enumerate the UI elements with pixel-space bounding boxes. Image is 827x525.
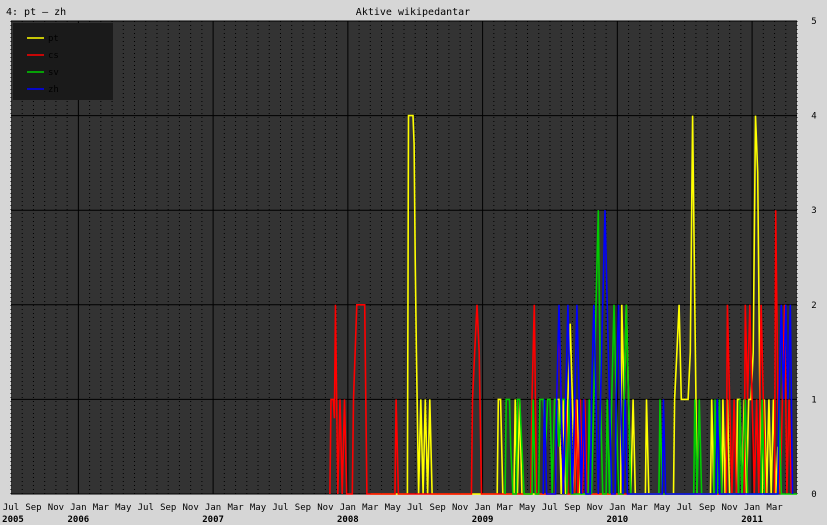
x-tick-label: Mar bbox=[93, 503, 110, 513]
x-year-label: 2011 bbox=[741, 515, 763, 525]
x-tick-label: Jan bbox=[609, 503, 625, 513]
x-tick-label: Jan bbox=[474, 503, 490, 513]
y-tick-label: 4 bbox=[811, 112, 816, 122]
x-tick-label: Jan bbox=[340, 503, 356, 513]
x-tick-label: Nov bbox=[587, 503, 603, 513]
legend-label-sv: sv bbox=[48, 68, 59, 78]
chart: 0 1 2 3 4 5 Jul Sep Nov Jan Mar May Jul Sep Nov Jan Mar M… bbox=[0, 0, 827, 525]
x-tick-label: May bbox=[385, 503, 402, 513]
y-tick-label: 2 bbox=[811, 301, 816, 311]
x-tick-label: Jul bbox=[542, 503, 558, 513]
x-tick-label: Jan bbox=[70, 503, 86, 513]
y-tick-label: 0 bbox=[811, 490, 816, 500]
x-year-label: 2006 bbox=[68, 515, 90, 525]
x-tick-label: Mar bbox=[362, 503, 379, 513]
x-tick-label: Nov bbox=[317, 503, 333, 513]
x-tick-label: Jan bbox=[744, 503, 760, 513]
x-tick-label: Nov bbox=[452, 503, 468, 513]
x-tick-label: Mar bbox=[632, 503, 649, 513]
x-tick-label: May bbox=[115, 503, 132, 513]
y-tick-label: 3 bbox=[811, 206, 816, 216]
legend-label-cs: cs bbox=[48, 51, 59, 61]
x-year-label: 2010 bbox=[606, 515, 628, 525]
legend-label-pt: pt bbox=[48, 34, 59, 44]
x-tick-label: Sep bbox=[430, 503, 446, 513]
corner-label: 4: pt – zh bbox=[6, 7, 66, 18]
x-year-label: 2005 bbox=[2, 515, 24, 525]
x-tick-label: Mar bbox=[766, 503, 783, 513]
x-tick-label: Sep bbox=[699, 503, 715, 513]
legend-label-zh: zh bbox=[48, 85, 59, 95]
x-tick-label: Mar bbox=[227, 503, 244, 513]
x-tick-label: Jul bbox=[407, 503, 423, 513]
x-year-label: 2007 bbox=[202, 515, 224, 525]
x-tick-label: May bbox=[654, 503, 671, 513]
y-tick-label: 5 bbox=[811, 17, 816, 27]
x-tick-label: Sep bbox=[295, 503, 311, 513]
legend: pt cs sv zh bbox=[13, 23, 113, 100]
x-year-label: 2008 bbox=[337, 515, 359, 525]
chart-svg: 0 1 2 3 4 5 Jul Sep Nov Jan Mar May Jul Sep Nov Jan Mar M… bbox=[0, 0, 827, 525]
chart-title: Aktive wikipedantar bbox=[356, 7, 470, 18]
x-tick-label: Nov bbox=[183, 503, 199, 513]
x-tick-label: May bbox=[519, 503, 536, 513]
x-tick-label: Jan bbox=[205, 503, 221, 513]
y-tick-label: 1 bbox=[811, 395, 816, 405]
x-tick-label: Mar bbox=[497, 503, 514, 513]
x-tick-label: Sep bbox=[25, 503, 41, 513]
x-tick-label: Sep bbox=[160, 503, 176, 513]
x-year-label: 2009 bbox=[472, 515, 494, 525]
x-tick-label: Jul bbox=[3, 503, 19, 513]
x-tick-label: Jul bbox=[138, 503, 154, 513]
x-tick-label: Jul bbox=[677, 503, 693, 513]
x-tick-label: Sep bbox=[564, 503, 580, 513]
x-tick-label: Jul bbox=[272, 503, 288, 513]
x-tick-label: May bbox=[250, 503, 267, 513]
x-tick-label: Nov bbox=[48, 503, 64, 513]
x-tick-label: Nov bbox=[721, 503, 737, 513]
